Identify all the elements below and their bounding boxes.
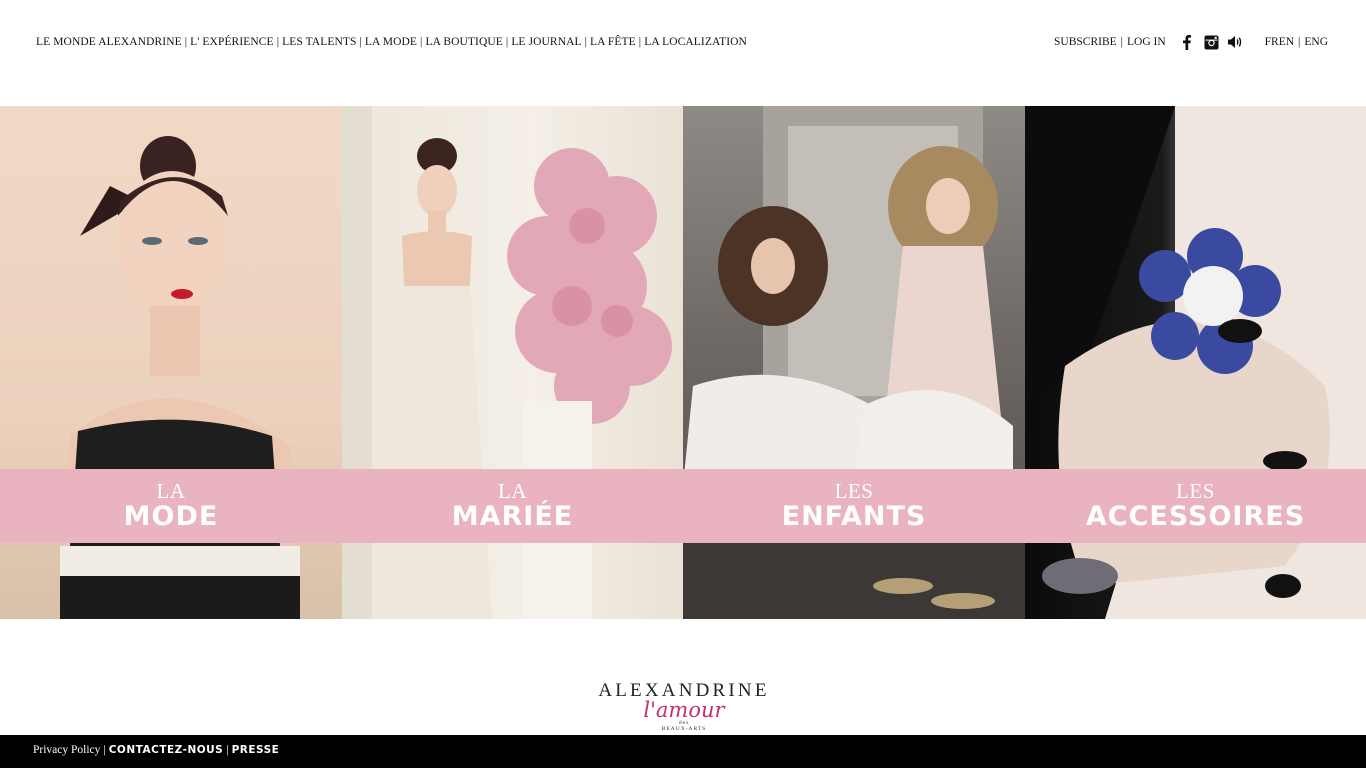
panel-les-accessoires[interactable]: LES ACCESSOIRES (1025, 106, 1366, 619)
panel-label-big: MODE (123, 501, 219, 532)
panel-label-small: LES (834, 479, 874, 503)
panel-label-big: MARIÉE (451, 501, 574, 532)
panel-banner: LA MODE (0, 469, 342, 543)
nav-separator: | (584, 36, 588, 48)
press-link[interactable]: PRESSE (232, 744, 280, 756)
panel-banner: LA MARIÉE (342, 469, 683, 543)
panel-label-small: LES (1176, 479, 1215, 503)
nav-item-talents[interactable]: LES TALENTS (282, 36, 356, 48)
logo-script: l'amour (643, 698, 725, 722)
nav-separator: | (184, 36, 188, 48)
footer-links: Privacy Policy | CONTACTEZ-NOUS | PRESSE (33, 744, 279, 756)
nav-item-fete[interactable]: LA FÊTE (590, 36, 636, 48)
nav-separator: | (638, 36, 642, 48)
util-separator: | (1120, 36, 1123, 48)
social-icons (1180, 34, 1243, 50)
privacy-policy-link[interactable]: Privacy Policy (33, 744, 100, 756)
panel-label-small: LA (498, 479, 527, 503)
contact-link[interactable]: CONTACTEZ-NOUS (109, 744, 224, 756)
util-separator: | (1298, 36, 1301, 48)
nav-separator: | (505, 36, 509, 48)
category-panels: LA MODE LA MARIÉE LES ENFANTS LES ACCESS… (0, 106, 1366, 619)
lang-fr-link[interactable]: FREN (1265, 36, 1294, 48)
site-header: LE MONDE ALEXANDRINE | L' EXPÉRIENCE | LES T… (0, 0, 1366, 106)
nav-item-localization[interactable]: LA LOCALIZATION (644, 36, 747, 48)
nav-item-le-monde[interactable]: LE MONDE ALEXANDRINE (36, 36, 182, 48)
footer-separator: | (226, 744, 229, 756)
login-link[interactable]: LOG IN (1127, 36, 1166, 48)
nav-separator: | (276, 36, 280, 48)
subscribe-link[interactable]: SUBSCRIBE (1054, 36, 1117, 48)
panel-banner: LES ENFANTS (683, 469, 1025, 543)
panel-label-small: LA (156, 479, 186, 503)
logo-small-beaux-arts: BEAUX-ARTS (661, 726, 707, 732)
utility-bar: SUBSCRIBE | LOG IN FREN | ENG (1054, 34, 1328, 50)
site-logo[interactable]: ALEXANDRINE l'amour des BEAUX-ARTS (583, 680, 785, 734)
facebook-icon[interactable] (1180, 34, 1195, 50)
panel-label-big: ENFANTS (781, 501, 927, 532)
instagram-icon[interactable] (1204, 34, 1219, 50)
site-footer: Privacy Policy | CONTACTEZ-NOUS | PRESSE (0, 735, 1366, 768)
main-nav: LE MONDE ALEXANDRINE | L' EXPÉRIENCE | LES T… (36, 36, 747, 48)
panel-la-mariee[interactable]: LA MARIÉE (342, 106, 683, 619)
lang-en-link[interactable]: ENG (1304, 36, 1328, 48)
nav-separator: | (359, 36, 362, 48)
nav-item-boutique[interactable]: LA BOUTIQUE (425, 36, 502, 48)
panel-la-mode[interactable]: LA MODE (0, 106, 342, 619)
panel-les-enfants[interactable]: LES ENFANTS (683, 106, 1025, 619)
sound-icon[interactable] (1227, 34, 1243, 50)
nav-separator: | (420, 36, 423, 48)
footer-separator: | (103, 744, 106, 756)
panel-banner: LES ACCESSOIRES (1025, 469, 1366, 543)
panel-label-big: ACCESSOIRES (1085, 501, 1306, 532)
nav-item-journal[interactable]: LE JOURNAL (511, 36, 581, 48)
nav-item-la-mode[interactable]: LA MODE (365, 36, 417, 48)
nav-item-experience[interactable]: L' EXPÉRIENCE (190, 36, 274, 48)
